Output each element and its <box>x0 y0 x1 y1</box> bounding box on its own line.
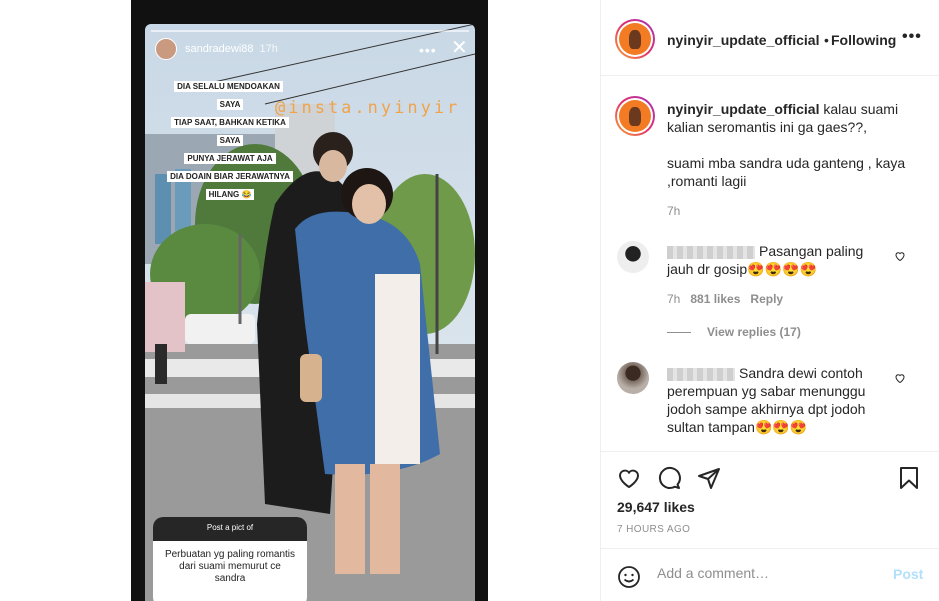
view-replies-button[interactable]: View replies (17) <box>667 325 801 339</box>
post-actions: 29,647 likes 7 HOURS AGO Post <box>601 451 939 601</box>
post-sidebar: nyinyir_update_official • Following ••• … <box>600 0 939 601</box>
reply-button[interactable]: Reply <box>750 292 783 306</box>
comment-time[interactable]: 7h <box>667 292 680 306</box>
comment-like-icon[interactable] <box>894 250 906 262</box>
post-age[interactable]: 7 HOURS AGO <box>617 524 690 535</box>
story-caption-line: HILANG 😂 <box>205 189 255 200</box>
story-caption-line: DIA SELALU MENDOAKAN SAYA <box>174 81 283 110</box>
add-comment-bar: Post <box>601 548 939 601</box>
comment-2: Sandra dewi contoh perempuan yg sabar me… <box>667 364 892 436</box>
story-caption-line: DIA DOAIN BIAR JERAWATNYA <box>167 171 293 182</box>
author-avatar[interactable] <box>615 19 655 59</box>
comment-like-icon[interactable] <box>894 372 906 384</box>
story-time: 17h <box>259 43 278 55</box>
share-icon[interactable] <box>697 466 721 490</box>
caption-time[interactable]: 7h <box>667 204 680 218</box>
question-header: Post a pict of <box>153 517 307 541</box>
bookmark-icon[interactable] <box>897 466 921 490</box>
question-body: Perbuatan yg paling romantis dari suami … <box>164 549 296 584</box>
header-separator: • <box>824 32 829 48</box>
story-more-icon: ••• <box>419 42 437 58</box>
question-sticker: Post a pict of Perbuatan yg paling roman… <box>153 517 307 601</box>
comment-likes[interactable]: 881 likes <box>690 292 740 306</box>
caption-text-2: suami mba sandra uda ganteng , kaya ,rom… <box>667 155 906 189</box>
story-screenshot: sandradewi88 17h ••• ✕ DIA SELALU MENDOA… <box>145 24 475 601</box>
more-icon[interactable]: ••• <box>902 28 922 46</box>
comment-input[interactable] <box>657 565 877 581</box>
post-button[interactable]: Post <box>893 566 923 582</box>
author-username[interactable]: nyinyir_update_official <box>667 32 819 48</box>
story-progress-bar <box>151 30 469 32</box>
caption-avatar[interactable] <box>615 96 655 136</box>
redacted-username <box>667 367 735 381</box>
story-caption-line: TIAP SAAT, BAHKAN KETIKA SAYA <box>171 117 289 146</box>
following-button[interactable]: Following <box>831 32 896 48</box>
emoji-icon[interactable] <box>617 565 641 589</box>
post-header: nyinyir_update_official • Following ••• <box>601 0 939 76</box>
view-replies-label: View replies (17) <box>707 325 801 339</box>
post-caption: nyinyir_update_official kalau suami kali… <box>667 100 917 190</box>
comment-icon[interactable] <box>657 466 681 490</box>
comment-avatar[interactable] <box>617 362 649 394</box>
caption-username[interactable]: nyinyir_update_official <box>667 101 819 117</box>
story-user: sandradewi88 17h <box>155 38 278 60</box>
comment-avatar[interactable] <box>617 241 649 273</box>
story-close-icon: ✕ <box>451 37 468 59</box>
likes-count[interactable]: 29,647 likes <box>617 499 695 515</box>
redacted-username <box>667 245 755 259</box>
story-caption-line: PUNYA JERAWAT AJA <box>184 153 276 164</box>
story-avatar <box>155 38 177 60</box>
post-media-area: sandradewi88 17h ••• ✕ DIA SELALU MENDOA… <box>0 0 600 601</box>
comment-meta: 7h 881 likes Reply <box>667 292 793 306</box>
heart-icon[interactable] <box>617 466 641 490</box>
story-caption: DIA SELALU MENDOAKAN SAYA TIAP SAAT, BAH… <box>165 76 295 202</box>
watermark: @insta.nyinyir <box>275 98 461 118</box>
comment-1: Pasangan paling jauh dr gosip😍😍😍😍 <box>667 242 892 278</box>
story-username: sandradewi88 <box>185 43 254 55</box>
